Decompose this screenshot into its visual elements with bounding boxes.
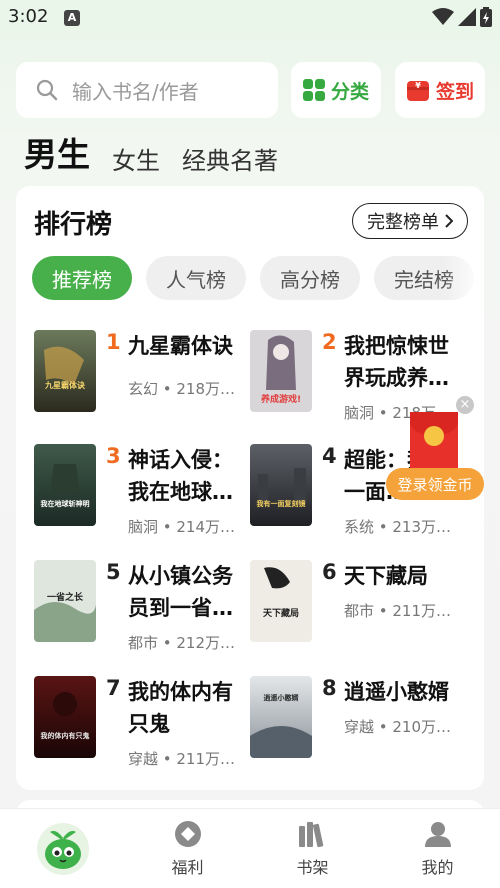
tab-male[interactable]: 男生 xyxy=(24,128,90,176)
cover-title-text: 养成游戏! xyxy=(260,393,301,405)
gender-tabs: 男生 女生 经典名著 xyxy=(24,132,278,176)
nav-bookshelf-label: 书架 xyxy=(296,858,329,877)
signin-label: 签到 xyxy=(435,80,474,103)
svg-text:¥: ¥ xyxy=(415,81,421,90)
status-time: 3:02 xyxy=(8,6,49,27)
book-title: 我的体内有只鬼 xyxy=(128,680,233,736)
book-cover: 我的体内有只鬼 xyxy=(34,676,96,758)
login-coins-button[interactable]: 登录领金币 xyxy=(386,468,484,500)
book-meta: 都市 • 212万… xyxy=(128,634,236,652)
book-item[interactable]: 我的体内有只鬼 7 我的体内有只鬼 穿越 • 211万… xyxy=(34,676,252,768)
category-grid-icon xyxy=(302,79,325,101)
nav-bookshelf[interactable]: 书架 xyxy=(250,809,375,888)
cover-title-text: 逍遥小憨婿 xyxy=(264,693,300,702)
book-cover: 天下藏局 xyxy=(250,560,312,642)
book-item[interactable]: 逍遥小憨婿 8 逍遥小憨婿 穿越 • 210万… xyxy=(250,676,468,766)
book-meta: 都市 • 211万… xyxy=(344,602,452,620)
book-item[interactable]: 一省之长 5 从小镇公务员到一省… 都市 • 212万… xyxy=(34,560,252,652)
chip-high-score[interactable]: 高分榜 xyxy=(260,256,360,300)
chips-fade xyxy=(444,252,484,304)
nav-home[interactable] xyxy=(0,809,125,888)
status-icons xyxy=(432,6,492,28)
book-cover: 养成游戏! xyxy=(250,330,312,412)
rank-number: 1 xyxy=(106,330,121,354)
mascot-icon xyxy=(36,823,89,875)
chip-popular[interactable]: 人气榜 xyxy=(146,256,246,300)
book-meta: 穿越 • 211万… xyxy=(128,750,236,768)
rank-number: 7 xyxy=(106,676,121,700)
cover-title-text: 九星霸体诀 xyxy=(44,380,85,390)
bookshelf-icon xyxy=(298,822,323,848)
book-title: 九星霸体诀 xyxy=(128,334,233,358)
bottom-nav: 福利 书架 我的 xyxy=(0,808,500,888)
cover-title-text: 我在地球斩神明 xyxy=(41,499,90,508)
rank-number: 8 xyxy=(322,676,337,700)
search-icon xyxy=(36,79,58,101)
tab-female[interactable]: 女生 xyxy=(112,141,160,176)
book-title: 逍遥小憨婿 xyxy=(344,680,449,704)
book-cover: 我在地球斩神明 xyxy=(34,444,96,526)
nav-profile-label: 我的 xyxy=(421,858,454,877)
cover-title-text: 我有一面复刻镜 xyxy=(257,499,306,508)
full-list-label: 完整榜单 xyxy=(367,212,439,233)
ranking-chips: 推荐榜 人气榜 高分榜 完结榜 xyxy=(32,256,474,300)
category-label: 分类 xyxy=(330,80,369,103)
book-item[interactable]: 养成游戏! 2 我把惊悚世界玩成养… 脑洞 • 218万… xyxy=(250,330,468,422)
nav-welfare-label: 福利 xyxy=(171,858,204,877)
signal-icon xyxy=(458,8,476,26)
nav-profile[interactable]: 我的 xyxy=(375,809,500,888)
book-cover: 一省之长 xyxy=(34,560,96,642)
battery-icon xyxy=(480,7,492,27)
rank-number: 4 xyxy=(322,444,337,468)
book-item[interactable]: 天下藏局 6 天下藏局 都市 • 211万… xyxy=(250,560,468,650)
chip-recommend[interactable]: 推荐榜 xyxy=(32,256,132,300)
rank-number: 6 xyxy=(322,560,337,584)
book-title: 从小镇公务员到一省… xyxy=(128,564,233,620)
cover-title-text: 天下藏局 xyxy=(263,607,299,619)
category-button[interactable]: 分类 xyxy=(291,62,381,118)
search-input[interactable]: 输入书名/作者 xyxy=(16,62,278,118)
notification-icon: A xyxy=(64,10,80,26)
book-meta: 玄幻 • 218万… xyxy=(128,380,236,398)
book-meta: 系统 • 213万… xyxy=(344,518,452,536)
book-title: 我把惊悚世界玩成养… xyxy=(344,334,449,390)
rank-number: 3 xyxy=(106,444,121,468)
search-placeholder: 输入书名/作者 xyxy=(72,79,199,104)
book-meta: 穿越 • 210万… xyxy=(344,718,452,736)
wifi-icon xyxy=(432,8,454,25)
profile-icon xyxy=(424,822,451,847)
welfare-icon xyxy=(174,821,201,847)
ranking-title: 排行榜 xyxy=(34,210,113,240)
tab-classics[interactable]: 经典名著 xyxy=(182,141,278,176)
book-title: 天下藏局 xyxy=(344,564,428,588)
book-title: 神话入侵：我在地球… xyxy=(128,448,233,504)
book-cover: 逍遥小憨婿 xyxy=(250,676,312,758)
red-packet-icon[interactable] xyxy=(410,412,458,472)
book-cover: 九星霸体诀 xyxy=(34,330,96,412)
calendar-icon: ¥ xyxy=(406,81,429,101)
signin-button[interactable]: ¥ 签到 xyxy=(395,62,485,118)
status-bar: 3:02 A xyxy=(0,0,500,36)
nav-welfare[interactable]: 福利 xyxy=(125,809,250,888)
cover-title-text: 一省之长 xyxy=(47,591,84,603)
rank-number: 2 xyxy=(322,330,337,354)
book-meta: 脑洞 • 214万… xyxy=(128,518,236,536)
close-icon[interactable]: × xyxy=(456,396,474,414)
book-item[interactable]: 我在地球斩神明 3 神话入侵：我在地球… 脑洞 • 214万… xyxy=(34,444,252,536)
full-list-button[interactable]: 完整榜单 xyxy=(352,203,468,239)
rank-number: 5 xyxy=(106,560,121,584)
book-item[interactable]: 九星霸体诀 1 九星霸体诀 玄幻 • 218万… xyxy=(34,330,252,420)
book-cover: 我有一面复刻镜 xyxy=(250,444,312,526)
chevron-right-icon xyxy=(445,214,453,228)
cover-title-text: 我的体内有只鬼 xyxy=(41,731,90,740)
